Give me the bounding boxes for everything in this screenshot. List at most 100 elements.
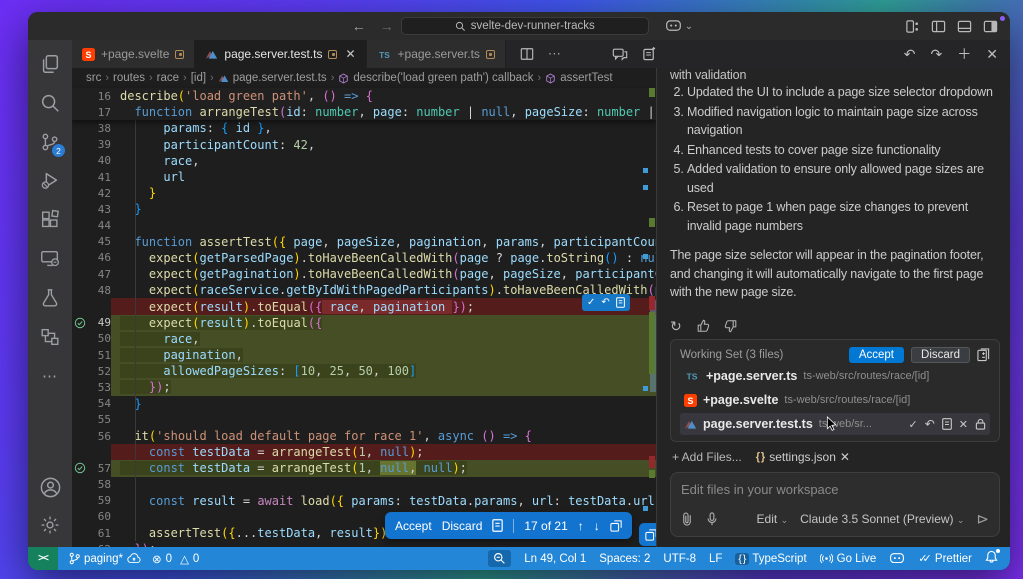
context-chip-settings[interactable]: { } settings.json ✕ <box>756 450 850 464</box>
accept-button[interactable]: Accept <box>395 519 432 533</box>
code-line[interactable]: 41 url <box>72 169 656 185</box>
open-changes-button[interactable] <box>639 523 656 546</box>
settings-gear-icon[interactable] <box>38 513 62 537</box>
open-changes-icon[interactable] <box>610 520 622 532</box>
discard-change-icon[interactable]: ↶ <box>601 297 609 308</box>
code-text[interactable]: } <box>111 396 656 412</box>
crumb-file[interactable]: page.server.test.ts <box>233 72 327 84</box>
code-lines[interactable]: 38 params: { id },39 participantCount: 4… <box>72 120 656 547</box>
code-line[interactable]: 42 } <box>72 185 656 201</box>
code-line[interactable]: 43 } <box>72 201 656 217</box>
copilot-status-icon[interactable] <box>889 552 905 565</box>
modified-badge-icon[interactable] <box>328 50 337 59</box>
crumb[interactable]: [id] <box>191 72 206 84</box>
new-edit-session-icon[interactable] <box>642 47 657 62</box>
accept-all-button[interactable]: Accept <box>849 347 904 363</box>
branch-status[interactable]: paging* <box>69 552 141 565</box>
code-line[interactable]: 54 } <box>72 396 656 412</box>
sticky-scroll[interactable]: 16describe('load green path', () => {17 … <box>72 88 656 120</box>
close-panel-icon[interactable]: ✕ <box>986 46 998 63</box>
code-line[interactable]: 55 <box>72 412 656 428</box>
crumb-symbol[interactable]: describe('load green path') callback <box>353 72 533 84</box>
next-change-icon[interactable]: ↓ <box>594 519 600 533</box>
code-text[interactable]: url <box>111 169 656 185</box>
accept-file-icon[interactable]: ✓ <box>909 418 918 431</box>
remote-indicator[interactable]: >< <box>28 547 58 570</box>
prev-change-icon[interactable]: ↑ <box>578 519 584 533</box>
modified-badge-icon[interactable] <box>486 50 495 59</box>
model-picker[interactable]: Claude 3.5 Sonnet (Preview) ⌄ <box>800 512 964 526</box>
code-text[interactable]: const testData = arrangeTest(1, null); <box>111 444 656 460</box>
code-line[interactable]: 40 race, <box>72 153 656 169</box>
more-views-icon[interactable]: ⋯ <box>38 364 62 388</box>
code-text[interactable]: race, <box>111 331 656 347</box>
code-line-added[interactable]: 57 const testData = arrangeTest(1, null,… <box>72 460 656 476</box>
code-line[interactable]: 46 expect(getParsedPage).toHaveBeenCalle… <box>72 250 656 266</box>
code-text[interactable]: expect(getParsedPage).toHaveBeenCalledWi… <box>111 250 656 266</box>
nav-back-icon[interactable]: ← <box>352 18 366 34</box>
code-line[interactable]: 45 function assertTest({ page, pageSize,… <box>72 234 656 250</box>
code-line-added[interactable]: 50 race, <box>72 331 656 347</box>
nav-forward-icon[interactable]: → <box>380 18 394 34</box>
hierarchy-view-icon[interactable] <box>38 325 62 349</box>
redo-icon[interactable]: ↷ <box>931 46 943 63</box>
code-text[interactable]: race, <box>111 153 656 169</box>
view-all-diffs-icon[interactable] <box>977 348 990 362</box>
code-line[interactable]: 39 participantCount: 42, <box>72 137 656 153</box>
language-status[interactable]: { } TypeScript <box>735 553 806 565</box>
run-debug-icon[interactable] <box>38 169 62 193</box>
eol-status[interactable]: LF <box>709 553 722 565</box>
code-text[interactable] <box>111 412 656 428</box>
extensions-icon[interactable] <box>38 208 62 232</box>
chat-input-placeholder[interactable]: Edit files in your workspace <box>681 482 989 497</box>
diff-review-toolbar[interactable]: Accept Discard 17 of 21 ↑ ↓ <box>385 512 632 539</box>
rerun-icon[interactable]: ↻ <box>670 318 682 335</box>
code-line[interactable]: 56 it('should load default page for race… <box>72 428 656 444</box>
modified-badge-icon[interactable] <box>175 50 184 59</box>
lock-file-icon[interactable] <box>975 418 986 430</box>
code-line[interactable]: 48 expect(raceService.getByIdWithPagedPa… <box>72 282 656 298</box>
code-line[interactable]: 47 expect(getPagination).toHaveBeenCalle… <box>72 266 656 282</box>
code-text[interactable]: describe('load green path', () => { <box>111 88 656 104</box>
split-editor-icon[interactable] <box>520 47 534 61</box>
add-files-button[interactable]: + Add Files... <box>672 450 742 464</box>
code-text[interactable]: const testData = arrangeTest(1, null, nu… <box>111 460 656 476</box>
command-center-search[interactable]: svelte-dev-runner-tracks <box>401 17 649 35</box>
publish-cloud-icon[interactable] <box>127 553 141 564</box>
breadcrumb[interactable]: src› routes› race› [id]› page.server.tes… <box>72 68 656 88</box>
zoom-out-button[interactable] <box>488 550 511 567</box>
tab-page-server-ts[interactable]: TS +page.server.ts <box>367 40 506 68</box>
toggle-secondary-sidebar-icon[interactable] <box>983 19 998 34</box>
customize-layout-icon[interactable] <box>905 19 920 34</box>
code-text[interactable]: expect(raceService.getByIdWithPagedParti… <box>111 282 656 298</box>
code-text[interactable]: expect(result).toEqual({ <box>111 315 656 331</box>
working-set-file-row[interactable]: TS +page.server.ts ts-web/src/routes/rac… <box>680 365 990 387</box>
crumb[interactable]: src <box>86 72 101 84</box>
code-line[interactable]: 59 const result = await load({ params: t… <box>72 493 656 509</box>
testing-icon[interactable] <box>38 286 62 310</box>
code-text[interactable] <box>111 477 656 493</box>
source-control-icon[interactable]: 2 <box>38 130 62 154</box>
crumb[interactable]: routes <box>113 72 145 84</box>
code-line-added[interactable]: 52 allowedPageSizes: [10, 25, 50, 100] <box>72 363 656 379</box>
code-line[interactable]: 58 <box>72 477 656 493</box>
code-line-added[interactable]: 49 expect(result).toEqual({ <box>72 315 656 331</box>
go-live-button[interactable]: Go Live <box>820 552 877 565</box>
diff-file-icon[interactable] <box>492 519 503 532</box>
cursor-position-status[interactable]: Ln 49, Col 1 <box>524 553 586 565</box>
code-text[interactable]: } <box>111 201 656 217</box>
explorer-icon[interactable] <box>38 52 62 76</box>
code-line-added[interactable]: 53 }); <box>72 379 656 395</box>
copilot-menu[interactable]: ⌄ <box>665 19 693 33</box>
new-chat-icon[interactable]: ＋ <box>957 44 971 64</box>
code-text[interactable]: expect(getPagination).toHaveBeenCalledWi… <box>111 266 656 282</box>
tab-page-svelte[interactable]: S +page.svelte <box>72 40 195 68</box>
code-line[interactable]: 16describe('load green path', () => { <box>72 88 656 104</box>
discard-all-button[interactable]: Discard <box>911 347 970 363</box>
code-line[interactable]: 17 function arrangeTest(id: number, page… <box>72 104 656 120</box>
diff-file-icon[interactable] <box>616 297 625 308</box>
code-text[interactable]: } <box>111 185 656 201</box>
code-line-deleted[interactable]: const testData = arrangeTest(1, null); <box>72 444 656 460</box>
tab-page-server-test[interactable]: page.server.test.ts ✕ <box>195 40 366 68</box>
problems-status[interactable]: ⊗0 △0 <box>152 552 199 566</box>
